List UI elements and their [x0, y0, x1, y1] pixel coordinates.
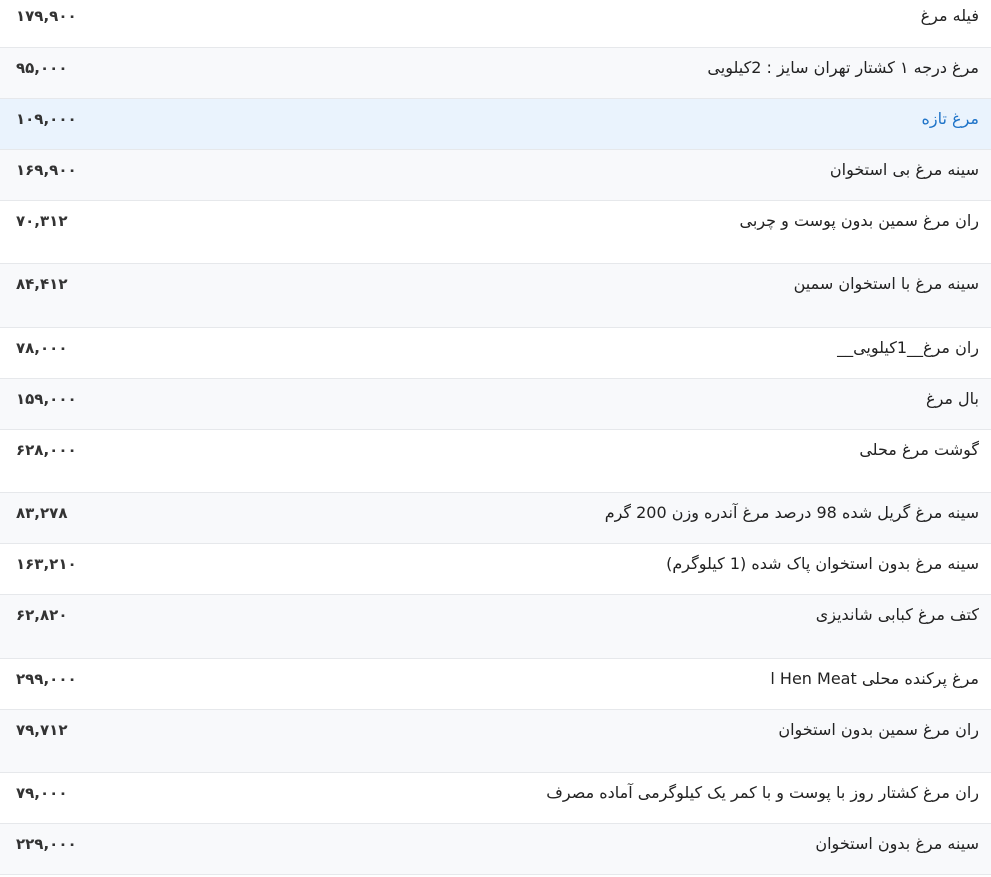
product-name[interactable]: ران مرغ__1کیلویی__ [156, 327, 991, 378]
price-table: فیله مرغ ۱۷۹,۹۰۰ مرغ درجه ۱ کشتار تهران … [0, 0, 991, 875]
table-row: کتف مرغ کبابی شاندیزی ۶۲,۸۲۰ [0, 594, 991, 658]
product-link[interactable]: سینه مرغ با استخوان سمین [794, 274, 979, 293]
product-link[interactable]: سینه مرغ گریل شده 98 درصد مرغ آندره وزن … [605, 503, 979, 522]
table-row: ران مرغ سمین بدون پوست و چربی ۷۰,۳۱۲ [0, 200, 991, 263]
table-row: مرغ درجه ۱ کشتار تهران سایز : 2کیلویی ۹۵… [0, 47, 991, 98]
product-link[interactable]: ران مرغ__1کیلویی__ [837, 338, 979, 357]
table-row: فیله مرغ ۱۷۹,۹۰۰ [0, 0, 991, 47]
product-name[interactable]: سینه مرغ بی استخوان [156, 149, 991, 200]
table-row: مرغ تازه ۱۰۹,۰۰۰ [0, 98, 991, 149]
product-name[interactable]: سینه مرغ با استخوان سمین [156, 263, 991, 327]
product-name[interactable]: مرغ درجه ۱ کشتار تهران سایز : 2کیلویی [156, 47, 991, 98]
product-name[interactable]: بال مرغ [156, 378, 991, 429]
table-row: سینه مرغ گریل شده 98 درصد مرغ آندره وزن … [0, 492, 991, 543]
product-price: ۶۲,۸۲۰ [16, 605, 68, 624]
product-name[interactable]: گوشت مرغ محلی [156, 429, 991, 492]
product-name[interactable]: سینه مرغ گریل شده 98 درصد مرغ آندره وزن … [156, 492, 991, 543]
product-name[interactable]: ران مرغ سمین بدون استخوان [156, 709, 991, 772]
product-price: ۷۹,۷۱۲ [16, 720, 68, 739]
product-link[interactable]: گوشت مرغ محلی [859, 440, 979, 459]
product-link[interactable]: ران مرغ سمین بدون استخوان [778, 720, 979, 739]
product-price: ۷۰,۳۱۲ [16, 211, 68, 230]
product-link[interactable]: ران مرغ سمین بدون پوست و چربی [740, 211, 979, 230]
product-price: ۷۸,۰۰۰ [16, 338, 68, 357]
product-name[interactable]: مرغ پرکنده محلی Hen Meat ا [156, 658, 991, 709]
product-price: ۶۲۸,۰۰۰ [16, 440, 77, 459]
product-link[interactable]: سینه مرغ بدون استخوان [815, 834, 979, 853]
product-price: ۱۶۳,۲۱۰ [16, 554, 77, 573]
table-row: ران مرغ سمین بدون استخوان ۷۹,۷۱۲ [0, 709, 991, 772]
product-name[interactable]: فیله مرغ [156, 0, 991, 47]
product-price: ۱۵۹,۰۰۰ [16, 389, 77, 408]
product-name[interactable]: کتف مرغ کبابی شاندیزی [156, 594, 991, 658]
product-price: ۷۹,۰۰۰ [16, 783, 68, 802]
product-price: ۱۶۹,۹۰۰ [16, 160, 77, 179]
product-price: ۲۲۹,۰۰۰ [16, 834, 77, 853]
product-name[interactable]: سینه مرغ بدون استخوان [156, 823, 991, 874]
product-name[interactable]: ران مرغ کشتار روز با پوست و با کمر یک کی… [156, 772, 991, 823]
table-row: سینه مرغ با استخوان سمین ۸۴,۴۱۲ [0, 263, 991, 327]
product-name[interactable]: ران مرغ سمین بدون پوست و چربی [156, 200, 991, 263]
table-row: سینه مرغ بی استخوان ۱۶۹,۹۰۰ [0, 149, 991, 200]
product-price: ۲۹۹,۰۰۰ [16, 669, 77, 688]
product-name[interactable]: سینه مرغ بدون استخوان پاک شده (1 کیلوگرم… [156, 543, 991, 594]
product-price: ۱۰۹,۰۰۰ [16, 109, 77, 128]
product-link[interactable]: مرغ درجه ۱ کشتار تهران سایز : 2کیلویی [707, 58, 979, 77]
product-price: ۹۵,۰۰۰ [16, 58, 68, 77]
product-link[interactable]: بال مرغ [926, 389, 979, 408]
table-row: سینه مرغ بدون استخوان ۲۲۹,۰۰۰ [0, 823, 991, 874]
table-row: گوشت مرغ محلی ۶۲۸,۰۰۰ [0, 429, 991, 492]
product-price: ۸۴,۴۱۲ [16, 274, 68, 293]
product-link[interactable]: سینه مرغ بدون استخوان پاک شده (1 کیلوگرم… [666, 554, 979, 573]
product-link[interactable]: فیله مرغ [921, 6, 979, 25]
table-row: بال مرغ ۱۵۹,۰۰۰ [0, 378, 991, 429]
product-price: ۱۷۹,۹۰۰ [16, 7, 77, 25]
table-row: ران مرغ__1کیلویی__ ۷۸,۰۰۰ [0, 327, 991, 378]
product-link[interactable]: مرغ تازه [922, 109, 979, 128]
product-name[interactable]: مرغ تازه [156, 98, 991, 149]
product-link[interactable]: سینه مرغ بی استخوان [830, 160, 979, 179]
product-price: ۸۳,۲۷۸ [16, 503, 68, 522]
product-link[interactable]: ران مرغ کشتار روز با پوست و با کمر یک کی… [546, 783, 979, 802]
table-row: مرغ پرکنده محلی Hen Meat ا ۲۹۹,۰۰۰ [0, 658, 991, 709]
table-row: سینه مرغ بدون استخوان پاک شده (1 کیلوگرم… [0, 543, 991, 594]
table-row: ران مرغ کشتار روز با پوست و با کمر یک کی… [0, 772, 991, 823]
product-link[interactable]: مرغ پرکنده محلی Hen Meat ا [770, 669, 979, 688]
product-link[interactable]: کتف مرغ کبابی شاندیزی [816, 605, 979, 624]
